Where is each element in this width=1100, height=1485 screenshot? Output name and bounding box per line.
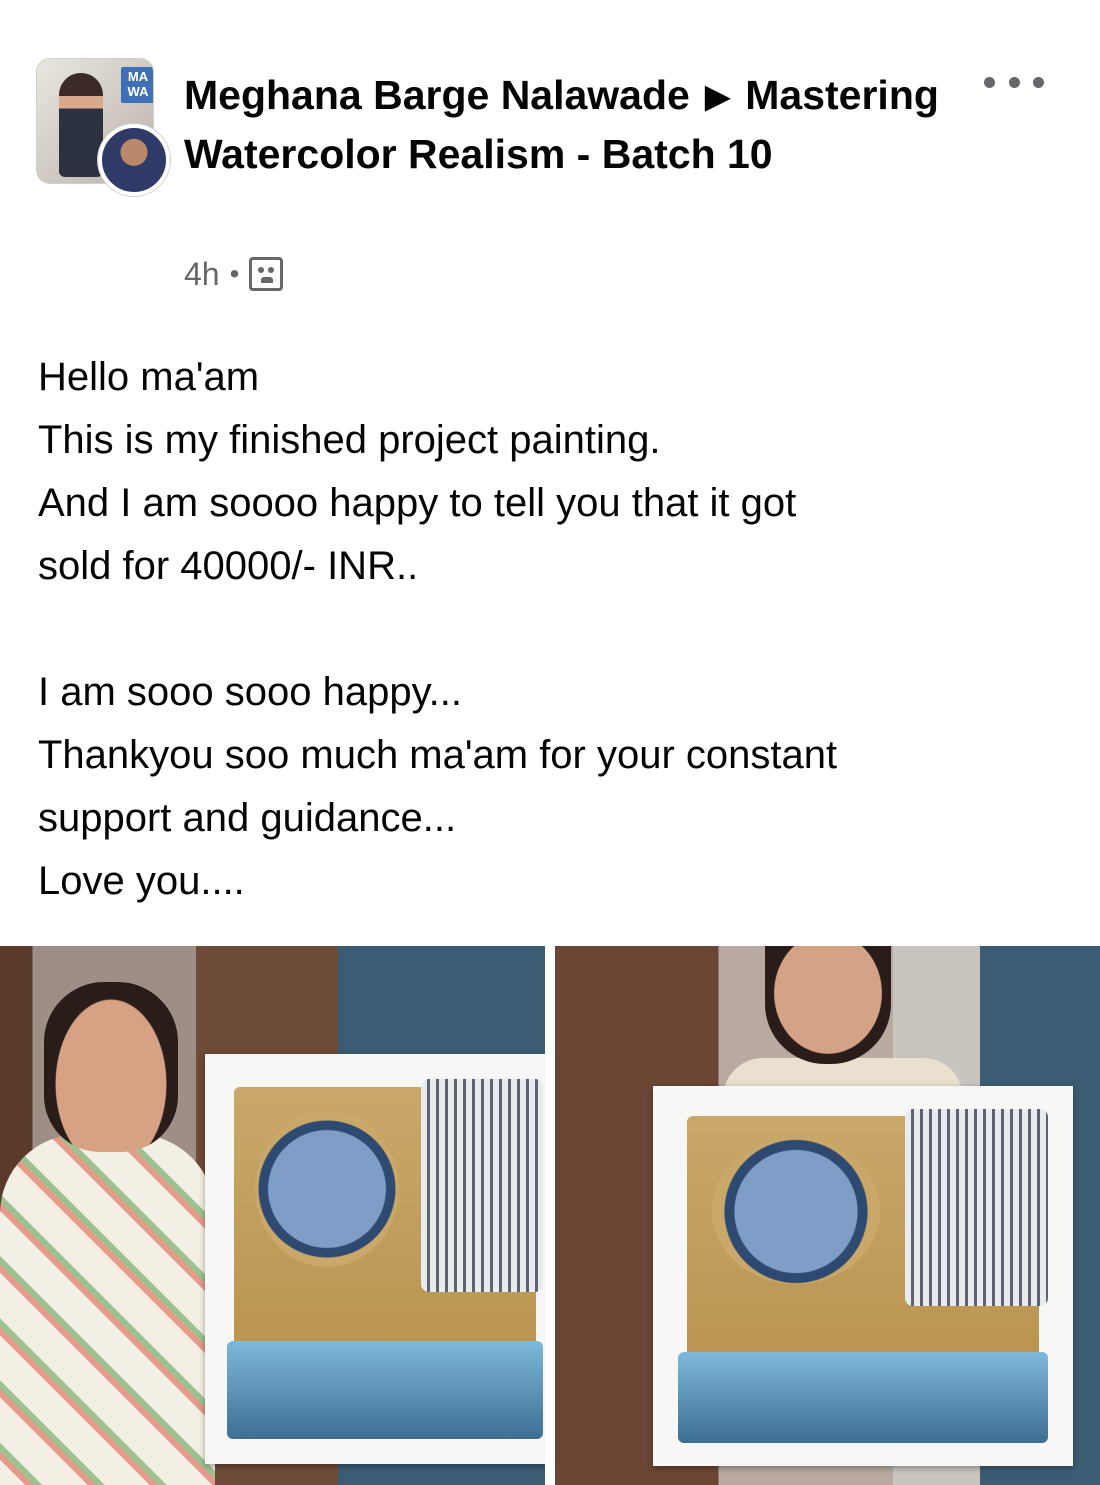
post-meta: 4h • <box>184 252 284 296</box>
author-name[interactable]: Meghana Barge Nalawade <box>184 72 690 118</box>
group-members-icon[interactable] <box>249 257 284 291</box>
meta-separator: • <box>229 258 240 289</box>
post-header: MA WA Meghana Barge Nalawade ▶ Mastering… <box>0 0 1100 320</box>
painting-canvas <box>205 1054 545 1464</box>
post-photo-2[interactable] <box>555 946 1100 1485</box>
author-avatar[interactable] <box>98 124 170 196</box>
arrow-right-icon: ▶ <box>705 78 730 114</box>
painting-bumper <box>226 1341 544 1440</box>
post-photo-1[interactable] <box>0 946 545 1485</box>
painting-bumper <box>678 1352 1048 1444</box>
more-dot <box>1033 76 1044 88</box>
more-dot <box>984 76 995 88</box>
post-body-text: Hello ma'am This is my finished project … <box>38 355 838 903</box>
painting-grill <box>421 1078 544 1292</box>
more-options-icon[interactable] <box>984 62 1044 102</box>
more-dot <box>1008 76 1020 88</box>
group-avatar-figure <box>59 73 103 177</box>
person-head <box>765 946 891 1064</box>
group-avatar-badge: MA WA <box>121 67 153 103</box>
post-title: Meghana Barge Nalawade ▶ Mastering Water… <box>184 66 944 183</box>
painting-canvas <box>653 1086 1073 1466</box>
painting-headlamp <box>255 1111 400 1268</box>
painting-grill <box>905 1108 1048 1307</box>
painting-headlamp <box>711 1139 880 1284</box>
person-head <box>44 982 178 1152</box>
post-timestamp[interactable]: 4h <box>184 256 220 293</box>
avatar-group[interactable]: MA WA <box>36 58 170 196</box>
person-body <box>0 1134 215 1485</box>
